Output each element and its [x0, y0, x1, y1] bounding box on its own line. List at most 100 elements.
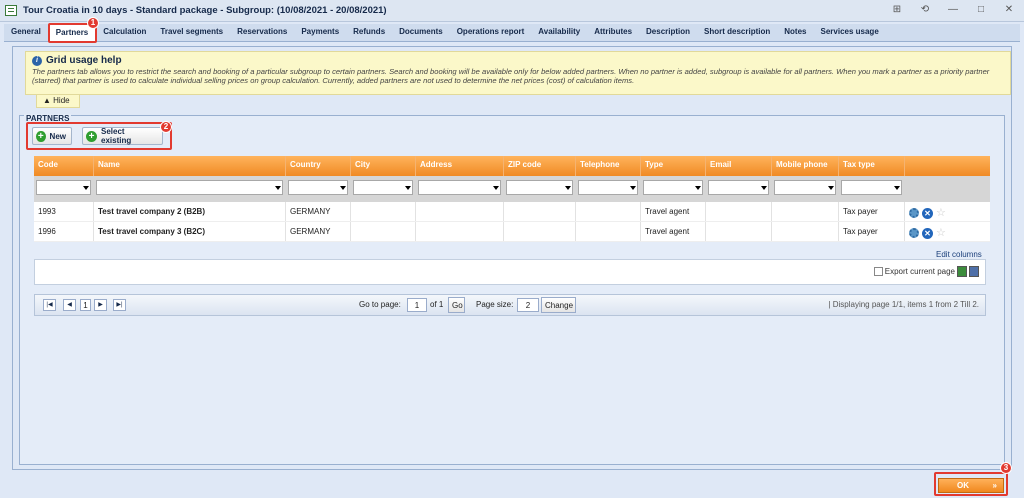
- cell-city: [351, 202, 416, 221]
- current-page-number[interactable]: 1: [80, 299, 91, 311]
- column-header-zip[interactable]: ZIP code: [504, 156, 576, 176]
- page-size-input[interactable]: 2: [517, 298, 539, 312]
- star-icon[interactable]: ☆: [936, 207, 946, 219]
- column-header-actions: [905, 156, 990, 176]
- go-button[interactable]: Go: [448, 297, 465, 313]
- filter-type[interactable]: [643, 180, 703, 195]
- grid-header: Code Name Country City Address ZIP code …: [34, 156, 990, 176]
- step-marker-3: 3: [1000, 462, 1012, 474]
- cell-country: GERMANY: [286, 202, 351, 221]
- page-count-label: of 1: [430, 300, 444, 309]
- step-marker-2: 2: [160, 121, 172, 133]
- filter-email[interactable]: [708, 180, 769, 195]
- filter-name[interactable]: [96, 180, 283, 195]
- delete-icon[interactable]: ✕: [922, 227, 933, 239]
- column-header-type[interactable]: Type: [641, 156, 706, 176]
- gear-icon[interactable]: [909, 208, 919, 218]
- table-row[interactable]: 1993 Test travel company 2 (B2B) GERMANY…: [34, 202, 990, 222]
- tab-strip: General Partners Calculation Travel segm…: [4, 24, 1020, 42]
- tab-short-description[interactable]: Short description: [697, 24, 777, 41]
- tab-documents[interactable]: Documents: [392, 24, 450, 41]
- tab-description[interactable]: Description: [639, 24, 697, 41]
- cell-address: [416, 202, 504, 221]
- export-controls: Export current page: [873, 266, 979, 277]
- minimize-icon[interactable]: —: [946, 4, 960, 15]
- row-actions: ✕ ☆: [905, 222, 990, 241]
- app-icon: [5, 5, 17, 16]
- partners-grid: Code Name Country City Address ZIP code …: [34, 156, 990, 242]
- step-marker-1: 1: [87, 17, 99, 29]
- filter-telephone[interactable]: [578, 180, 638, 195]
- tab-reservations[interactable]: Reservations: [230, 24, 294, 41]
- tab-services-usage[interactable]: Services usage: [814, 24, 886, 41]
- refresh-icon[interactable]: ⟲: [918, 4, 932, 15]
- next-page-button[interactable]: ▶: [94, 299, 107, 311]
- gear-icon[interactable]: [909, 228, 919, 238]
- edit-columns-link[interactable]: Edit columns: [936, 250, 982, 259]
- window-titlebar: Tour Croatia in 10 days - Standard packa…: [0, 0, 1024, 22]
- tab-attributes[interactable]: Attributes: [587, 24, 639, 41]
- filter-row: [34, 176, 990, 202]
- filter-tax-type[interactable]: [841, 180, 902, 195]
- help-title: i Grid usage help: [32, 55, 1004, 66]
- column-header-name[interactable]: Name: [94, 156, 286, 176]
- cell-city: [351, 222, 416, 241]
- column-header-city[interactable]: City: [351, 156, 416, 176]
- hide-help-button[interactable]: ▲ Hide: [36, 95, 80, 108]
- cell-type: Travel agent: [641, 222, 706, 241]
- column-header-telephone[interactable]: Telephone: [576, 156, 641, 176]
- delete-icon[interactable]: ✕: [922, 207, 933, 219]
- column-header-tax-type[interactable]: Tax type: [839, 156, 905, 176]
- tab-travel-segments[interactable]: Travel segments: [153, 24, 230, 41]
- first-page-button[interactable]: |◀: [43, 299, 56, 311]
- window-title: Tour Croatia in 10 days - Standard packa…: [23, 5, 387, 16]
- column-header-email[interactable]: Email: [706, 156, 772, 176]
- tab-calculation[interactable]: Calculation: [96, 24, 153, 41]
- export-bar: Export current page: [34, 259, 986, 285]
- cell-name: Test travel company 3 (B2C): [94, 222, 286, 241]
- last-page-button[interactable]: ▶|: [113, 299, 126, 311]
- cell-tax-type: Tax payer: [839, 202, 905, 221]
- filter-mobile[interactable]: [774, 180, 836, 195]
- star-icon[interactable]: ☆: [936, 227, 946, 239]
- filter-zip[interactable]: [506, 180, 573, 195]
- filter-city[interactable]: [353, 180, 413, 195]
- cell-tax-type: Tax payer: [839, 222, 905, 241]
- export-current-page-checkbox[interactable]: [873, 267, 883, 276]
- help-text: The partners tab allows you to restrict …: [32, 67, 990, 85]
- tab-general[interactable]: General: [4, 24, 48, 41]
- pin-icon[interactable]: ⊞: [890, 4, 904, 15]
- column-header-country[interactable]: Country: [286, 156, 351, 176]
- pdf-export-icon[interactable]: [969, 266, 979, 277]
- filter-code[interactable]: [36, 180, 91, 195]
- excel-export-icon[interactable]: [957, 266, 967, 277]
- cell-telephone: [576, 222, 641, 241]
- filter-address[interactable]: [418, 180, 501, 195]
- highlight-ok-button: [934, 472, 1008, 496]
- export-label: Export current page: [884, 267, 955, 276]
- cell-code: 1996: [34, 222, 94, 241]
- row-actions: ✕ ☆: [905, 202, 990, 221]
- close-icon[interactable]: ✕: [1002, 4, 1016, 15]
- tab-notes[interactable]: Notes: [777, 24, 813, 41]
- go-to-page-input[interactable]: 1: [407, 298, 427, 312]
- highlight-partner-buttons: [26, 122, 172, 150]
- page-size-label: Page size:: [476, 300, 514, 309]
- cell-email: [706, 202, 772, 221]
- column-header-mobile[interactable]: Mobile phone: [772, 156, 839, 176]
- tab-payments[interactable]: Payments: [294, 24, 346, 41]
- partners-tab-content: i Grid usage help The partners tab allow…: [12, 46, 1012, 470]
- tab-operations-report[interactable]: Operations report: [450, 24, 532, 41]
- maximize-icon[interactable]: □: [974, 4, 988, 15]
- prev-page-button[interactable]: ◀: [63, 299, 76, 311]
- change-page-size-button[interactable]: Change: [541, 297, 576, 313]
- column-header-code[interactable]: Code: [34, 156, 94, 176]
- tab-availability[interactable]: Availability: [531, 24, 587, 41]
- filter-country[interactable]: [288, 180, 348, 195]
- table-row[interactable]: 1996 Test travel company 3 (B2C) GERMANY…: [34, 222, 990, 242]
- cell-zip: [504, 222, 576, 241]
- window-controls: ⊞ ⟲ — □ ✕: [890, 4, 1016, 15]
- tab-refunds[interactable]: Refunds: [346, 24, 392, 41]
- column-header-address[interactable]: Address: [416, 156, 504, 176]
- pager-status: | Displaying page 1/1, items 1 from 2 Ti…: [828, 300, 979, 309]
